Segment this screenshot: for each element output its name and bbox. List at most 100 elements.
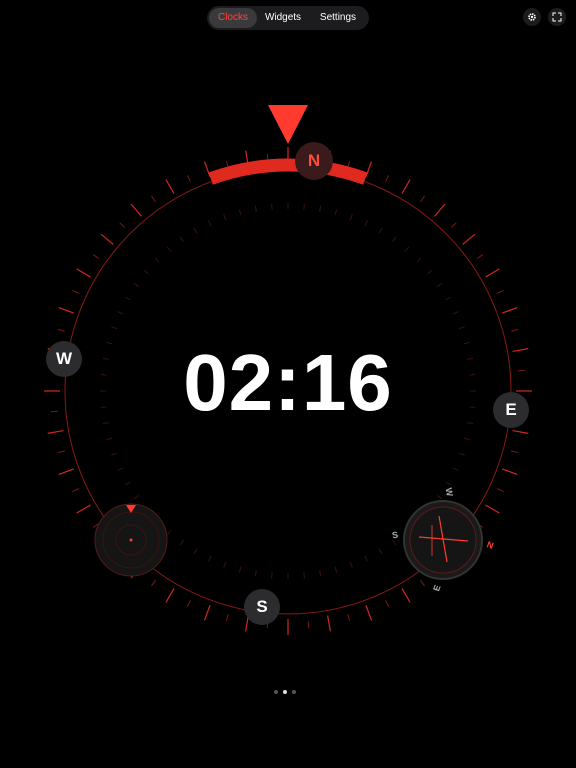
- inner-tick: [319, 570, 322, 577]
- inner-tick: [166, 246, 172, 252]
- compass-tick: [119, 222, 126, 229]
- inner-tick: [445, 296, 452, 301]
- inner-tick: [452, 467, 459, 471]
- compass-tick: [58, 468, 74, 476]
- inner-tick: [364, 555, 368, 562]
- inner-tick: [143, 269, 149, 275]
- inner-tick: [334, 209, 338, 216]
- compass-tick: [512, 430, 529, 434]
- inner-tick: [106, 437, 113, 441]
- inner-tick: [208, 220, 212, 227]
- compass-tick: [502, 306, 518, 314]
- inner-tick: [193, 548, 198, 555]
- compass-tick: [502, 468, 518, 476]
- heading-pointer-icon: [268, 105, 308, 144]
- inner-tick: [436, 282, 443, 288]
- heading-arc: [208, 158, 368, 185]
- compass-tick: [151, 579, 156, 587]
- inner-tick: [124, 481, 131, 486]
- inner-tick: [463, 437, 470, 441]
- inner-tick: [349, 561, 353, 568]
- page-indicator[interactable]: [274, 690, 296, 694]
- inner-tick: [254, 205, 257, 212]
- inner-tick: [334, 566, 338, 573]
- compass-tick: [72, 488, 79, 493]
- mini-west-label: W: [443, 486, 455, 498]
- inner-tick: [238, 209, 242, 216]
- inner-tick: [193, 227, 198, 234]
- inner-tick: [349, 214, 353, 221]
- inner-tick: [133, 282, 140, 288]
- inner-tick: [391, 539, 397, 546]
- compass-tick: [58, 306, 74, 314]
- page-dot[interactable]: [274, 690, 278, 694]
- compass-tick: [497, 488, 504, 493]
- compass-tick: [151, 195, 156, 203]
- inner-tick: [179, 236, 185, 243]
- compass-tick: [462, 233, 476, 245]
- page-dot[interactable]: [292, 690, 296, 694]
- compass-tick: [186, 175, 191, 182]
- inner-tick: [254, 570, 257, 577]
- mini-compass-dial: [403, 500, 483, 580]
- compass-tick: [72, 289, 79, 294]
- compass-tick: [420, 579, 425, 587]
- inner-tick: [378, 548, 383, 555]
- inner-tick: [378, 227, 383, 234]
- inner-tick: [208, 555, 212, 562]
- compass-tick: [365, 605, 373, 621]
- inner-tick: [452, 311, 459, 315]
- compass-tick: [365, 161, 373, 177]
- inner-tick: [427, 269, 433, 275]
- inner-tick: [124, 296, 131, 301]
- inner-tick: [166, 530, 172, 536]
- inner-tick: [458, 452, 465, 456]
- inner-tick: [154, 257, 160, 263]
- compass-tick: [420, 195, 425, 203]
- compass-tick: [497, 289, 504, 294]
- mini-radar-dial: [94, 503, 168, 577]
- page-dot-active[interactable]: [283, 690, 287, 694]
- clock-time: 02:16: [183, 338, 393, 427]
- compass-tick: [225, 613, 229, 622]
- compass-tick: [203, 605, 211, 621]
- compass-tick: [347, 613, 351, 622]
- south-marker: S: [244, 589, 280, 625]
- compass-tick: [327, 615, 331, 632]
- compass-tick: [92, 254, 100, 259]
- inner-tick: [404, 246, 410, 252]
- inner-tick: [117, 467, 124, 471]
- inner-tick: [223, 214, 227, 221]
- compass-tick: [401, 588, 411, 603]
- compass-tick: [385, 600, 390, 607]
- compass-tick: [401, 179, 411, 194]
- inner-tick: [391, 236, 397, 243]
- inner-tick: [303, 572, 305, 579]
- compass-tick: [307, 621, 310, 629]
- compass-tick: [76, 504, 91, 514]
- compass-tick: [476, 254, 484, 259]
- compass-tick: [510, 328, 519, 332]
- compass-tick: [57, 328, 66, 332]
- compass-tick: [186, 600, 191, 607]
- inner-tick: [364, 220, 368, 227]
- inner-tick: [458, 326, 465, 330]
- inner-tick: [445, 481, 452, 486]
- compass-tick: [485, 268, 500, 278]
- inner-tick: [223, 561, 227, 568]
- inner-tick: [111, 326, 118, 330]
- compass-tick: [57, 450, 66, 454]
- inner-tick: [303, 203, 305, 210]
- north-marker: N: [295, 142, 333, 180]
- compass-tick: [100, 233, 114, 245]
- inner-tick: [238, 566, 242, 573]
- inner-tick: [133, 494, 140, 500]
- compass-tick: [165, 179, 175, 194]
- inner-tick: [179, 539, 185, 546]
- inner-tick: [271, 572, 273, 579]
- compass-tick: [510, 450, 519, 454]
- inner-tick: [436, 494, 443, 500]
- compass-tick: [434, 203, 446, 217]
- inner-tick: [416, 257, 422, 263]
- compass-tick: [165, 588, 175, 603]
